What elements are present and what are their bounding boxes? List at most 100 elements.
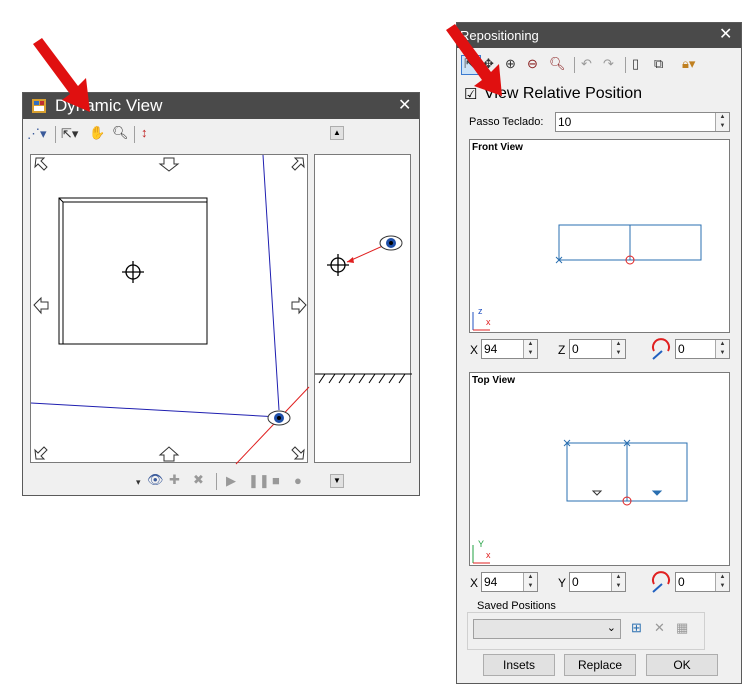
- play-icon[interactable]: ▶: [226, 473, 236, 489]
- stepper-arrows[interactable]: ▲ ▼: [611, 340, 625, 358]
- front-view-panel[interactable]: Front View z x: [469, 139, 730, 333]
- stepper-arrows[interactable]: ▲ ▼: [715, 113, 729, 131]
- front-rotation-input[interactable]: [678, 341, 714, 357]
- stepper-arrows[interactable]: ▲ ▼: [611, 573, 625, 591]
- toolbar-separator: [134, 126, 135, 143]
- top-rotation-stepper[interactable]: ▲▼: [675, 572, 730, 592]
- front-x-input[interactable]: [484, 341, 522, 357]
- zoom-in-icon[interactable]: ⊕: [505, 56, 516, 72]
- toolbar-separator: [216, 473, 217, 490]
- crosshair-icon: [327, 254, 349, 276]
- toolbar-separator: [55, 126, 56, 143]
- delete-view-icon[interactable]: ✖: [193, 472, 204, 488]
- zoom-icon[interactable]: 🔍︎: [549, 56, 566, 72]
- app-icon: [32, 99, 46, 113]
- stepper-arrows[interactable]: ▲ ▼: [715, 340, 729, 358]
- save-view-icon[interactable]: 👁: [147, 472, 164, 488]
- dynamic-view-titlebar: Dynamic View ✕: [23, 93, 419, 119]
- move-icon[interactable]: ✥: [483, 56, 494, 72]
- saved-positions-dropdown[interactable]: ⌄: [473, 619, 621, 639]
- undo-icon[interactable]: ↶: [581, 56, 592, 72]
- object-frame-inner: [62, 201, 208, 345]
- view-line-vertical: [262, 154, 280, 411]
- close-button[interactable]: ✕: [398, 98, 411, 114]
- eye-icon: [379, 235, 403, 251]
- zoom-icon[interactable]: 🔍︎: [112, 125, 129, 141]
- front-x-label: X: [470, 343, 479, 357]
- eye-icon: [267, 410, 291, 426]
- rotate-icon: [652, 571, 670, 593]
- stepper-arrows[interactable]: ▲ ▼: [715, 573, 729, 591]
- lock-icon[interactable]: 🔒︎▾: [682, 56, 695, 72]
- copy-position-icon[interactable]: ▦: [676, 620, 688, 636]
- toolbar-separator: [625, 57, 626, 73]
- align-icon[interactable]: ⧉: [654, 56, 663, 72]
- top-x-label: X: [470, 576, 479, 590]
- saved-positions-label: Saved Positions: [475, 600, 558, 612]
- front-object-right: [629, 224, 702, 261]
- pan-hand-icon[interactable]: ✋: [89, 125, 105, 141]
- view-relative-checkbox[interactable]: ☑: [464, 87, 477, 103]
- scroll-up-button[interactable]: ▲: [330, 126, 344, 140]
- passo-teclado-label: Passo Teclado:: [469, 116, 544, 128]
- vertical-move-icon[interactable]: ↕: [141, 125, 148, 141]
- nav-arrow-top-left: [34, 157, 48, 171]
- passo-teclado-input[interactable]: [558, 114, 708, 130]
- add-position-icon[interactable]: ⊞: [631, 620, 642, 636]
- stop-icon[interactable]: ■: [272, 473, 280, 489]
- nav-arrow-top: [158, 157, 180, 172]
- select-arrow-icon[interactable]: ⇱▾: [61, 126, 78, 142]
- zoom-extents-icon[interactable]: ⊖: [527, 56, 538, 72]
- top-object-left: [566, 442, 628, 502]
- dropdown-arrow-icon[interactable]: ▾: [136, 474, 141, 490]
- stepper-arrows[interactable]: ▲ ▼: [523, 340, 537, 358]
- top-y-input[interactable]: [572, 574, 610, 590]
- view-marker-left: [591, 490, 603, 496]
- record-icon[interactable]: ●: [294, 473, 302, 489]
- nav-arrow-bottom-left: [34, 446, 48, 460]
- view-line-horizontal: [30, 402, 280, 418]
- repositioning-titlebar: Repositioning ✕: [457, 23, 741, 48]
- front-x-stepper[interactable]: ▲▼: [481, 339, 538, 359]
- nav-arrow-top-right: [291, 157, 305, 171]
- close-button[interactable]: ✕: [719, 27, 732, 43]
- nav-arrow-bottom-right: [291, 446, 305, 460]
- view-marker-right: [651, 490, 663, 496]
- dynamic-viewport[interactable]: [30, 154, 310, 465]
- top-view-panel[interactable]: Top View Y x: [469, 372, 730, 566]
- ok-button[interactable]: OK: [646, 654, 718, 676]
- window-title: Dynamic View: [55, 96, 163, 115]
- front-z-label: Z: [558, 343, 566, 357]
- top-x-stepper[interactable]: ▲▼: [481, 572, 538, 592]
- side-viewport[interactable]: [314, 154, 412, 463]
- top-y-label: Y: [558, 576, 567, 590]
- redo-icon[interactable]: ↷: [603, 56, 614, 72]
- select-arrow-icon[interactable]: ⇱: [464, 56, 475, 72]
- front-z-input[interactable]: [572, 341, 610, 357]
- top-y-stepper[interactable]: ▲▼: [569, 572, 626, 592]
- axis-x-label: x: [486, 550, 491, 560]
- pause-icon[interactable]: ❚❚: [248, 473, 270, 489]
- insets-button[interactable]: Insets: [483, 654, 555, 676]
- top-rotation-input[interactable]: [678, 574, 714, 590]
- scroll-down-button[interactable]: ▼: [330, 474, 344, 488]
- replace-button[interactable]: Replace: [564, 654, 636, 676]
- front-z-stepper[interactable]: ▲▼: [569, 339, 626, 359]
- window-title: Repositioning: [460, 28, 539, 43]
- stepper-arrows[interactable]: ▲ ▼: [523, 573, 537, 591]
- axis-y-label: Y: [478, 539, 485, 549]
- chevron-down-icon: ⌄: [606, 622, 616, 634]
- dynamic-view-window: Dynamic View ✕ ⋰▾ ⇱▾ ✋ 🔍︎ ↕ ▲ ▼ ▾ 👁 ✚ ✖ …: [22, 92, 420, 496]
- nav-arrow-right: [291, 296, 307, 315]
- delete-position-icon[interactable]: ✕: [654, 620, 665, 636]
- view-mode-icon[interactable]: ⋰▾: [27, 126, 47, 142]
- nav-arrow-bottom: [158, 446, 180, 462]
- add-view-icon[interactable]: ✚: [169, 472, 180, 488]
- frame-icon[interactable]: ▯: [632, 56, 639, 72]
- view-relative-label: View Relative Position: [484, 85, 643, 102]
- top-x-input[interactable]: [484, 574, 522, 590]
- passo-teclado-stepper[interactable]: ▲▼: [555, 112, 730, 132]
- front-rotation-stepper[interactable]: ▲▼: [675, 339, 730, 359]
- rotate-icon: [652, 338, 670, 360]
- front-object-left: [558, 224, 631, 261]
